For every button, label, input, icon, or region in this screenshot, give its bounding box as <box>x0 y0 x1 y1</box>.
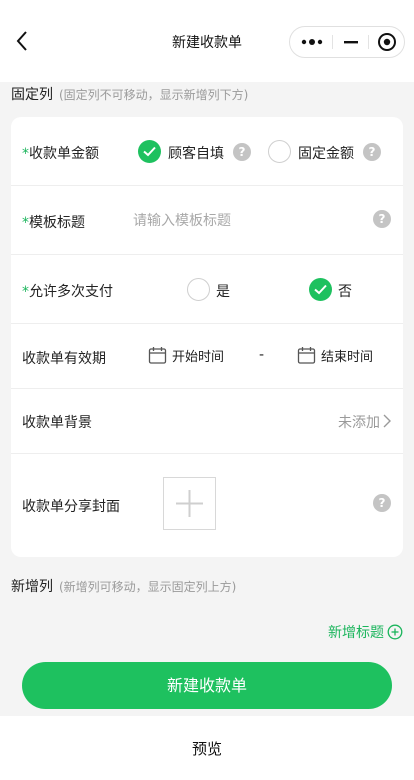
plus-icon <box>176 490 203 517</box>
fixed-section-hint: (固定列不可移动，显示新增列下方) <box>59 88 249 102</box>
nav-bar: 新建收款单 <box>0 0 414 82</box>
template-title-row: *模板标题 ? <box>11 186 403 255</box>
mini-program-capsule <box>289 26 405 58</box>
multi-pay-label-text: 允许多次支付 <box>29 284 113 300</box>
fixed-amount-label: 固定金额 <box>298 146 354 162</box>
multi-pay-yes-radio[interactable] <box>187 278 210 301</box>
start-date-label: 开始时间 <box>172 350 225 365</box>
preview-bar: 预览 <box>0 716 414 780</box>
template-title-input[interactable] <box>133 210 353 232</box>
cover-row: 收款单分享封面 ? <box>11 454 403 557</box>
preview-button[interactable]: 预览 <box>0 738 414 759</box>
date-separator: - <box>259 347 265 363</box>
amount-label-text: 收款单金额 <box>29 146 99 162</box>
more-dots-icon[interactable] <box>298 27 334 57</box>
minimize-icon[interactable] <box>334 27 368 57</box>
capsule-divider <box>368 35 369 49</box>
required-mark: * <box>22 146 29 162</box>
calendar-icon <box>148 347 167 364</box>
fixed-section-title: 固定列 (固定列不可移动，显示新增列下方) <box>11 84 248 104</box>
amount-row: *收款单金额 顾客自填 ? 固定金额 ? <box>11 117 403 186</box>
amount-label: *收款单金额 <box>22 143 99 163</box>
new-section-title: 新增列 (新增列可移动，显示固定列上方) <box>11 576 236 596</box>
fixed-amount-checkbox[interactable] <box>268 140 291 163</box>
add-circle-icon <box>387 624 403 640</box>
end-date-picker[interactable]: 结束时间 <box>297 344 387 368</box>
customer-fill-label: 顾客自填 <box>168 146 224 162</box>
close-target-icon[interactable] <box>370 27 404 57</box>
start-date-picker[interactable]: 开始时间 <box>148 344 238 368</box>
fixed-form-card: *收款单金额 顾客自填 ? 固定金额 ? *模板标题 ? *允许多次支付 是 否… <box>11 117 403 557</box>
cover-label: 收款单分享封面 <box>22 499 120 515</box>
help-icon[interactable]: ? <box>233 143 251 161</box>
calendar-icon <box>297 347 316 364</box>
template-title-label: *模板标题 <box>22 212 85 232</box>
add-title-button[interactable]: 新增标题 <box>328 622 403 642</box>
add-title-label: 新增标题 <box>328 625 384 641</box>
validity-label: 收款单有效期 <box>22 351 106 367</box>
chevron-right-icon <box>383 414 391 428</box>
validity-row: 收款单有效期 开始时间 - 结束时间 <box>11 324 403 389</box>
help-icon[interactable]: ? <box>373 210 391 228</box>
new-section-label: 新增列 <box>11 579 53 595</box>
fixed-section-label: 固定列 <box>11 87 53 103</box>
cover-upload-button[interactable] <box>163 477 216 530</box>
multi-pay-yes-label: 是 <box>216 284 230 300</box>
help-icon[interactable]: ? <box>373 494 391 512</box>
template-title-label-text: 模板标题 <box>29 215 85 231</box>
customer-fill-checkbox[interactable] <box>138 140 161 163</box>
required-mark: * <box>22 284 29 300</box>
capsule-divider <box>332 35 333 49</box>
multi-pay-no-label: 否 <box>338 284 352 300</box>
multi-pay-no-radio[interactable] <box>309 278 332 301</box>
required-mark: * <box>22 215 29 231</box>
create-receipt-button[interactable]: 新建收款单 <box>22 662 392 709</box>
help-icon[interactable]: ? <box>363 143 381 161</box>
background-value[interactable]: 未添加 <box>338 412 391 432</box>
background-label: 收款单背景 <box>22 415 92 431</box>
background-row[interactable]: 收款单背景 未添加 <box>11 389 403 454</box>
multi-pay-label: *允许多次支付 <box>22 281 113 301</box>
new-section-hint: (新增列可移动，显示固定列上方) <box>59 580 237 594</box>
multi-pay-row: *允许多次支付 是 否 <box>11 255 403 324</box>
end-date-label: 结束时间 <box>321 350 374 365</box>
background-value-text: 未添加 <box>338 415 380 431</box>
